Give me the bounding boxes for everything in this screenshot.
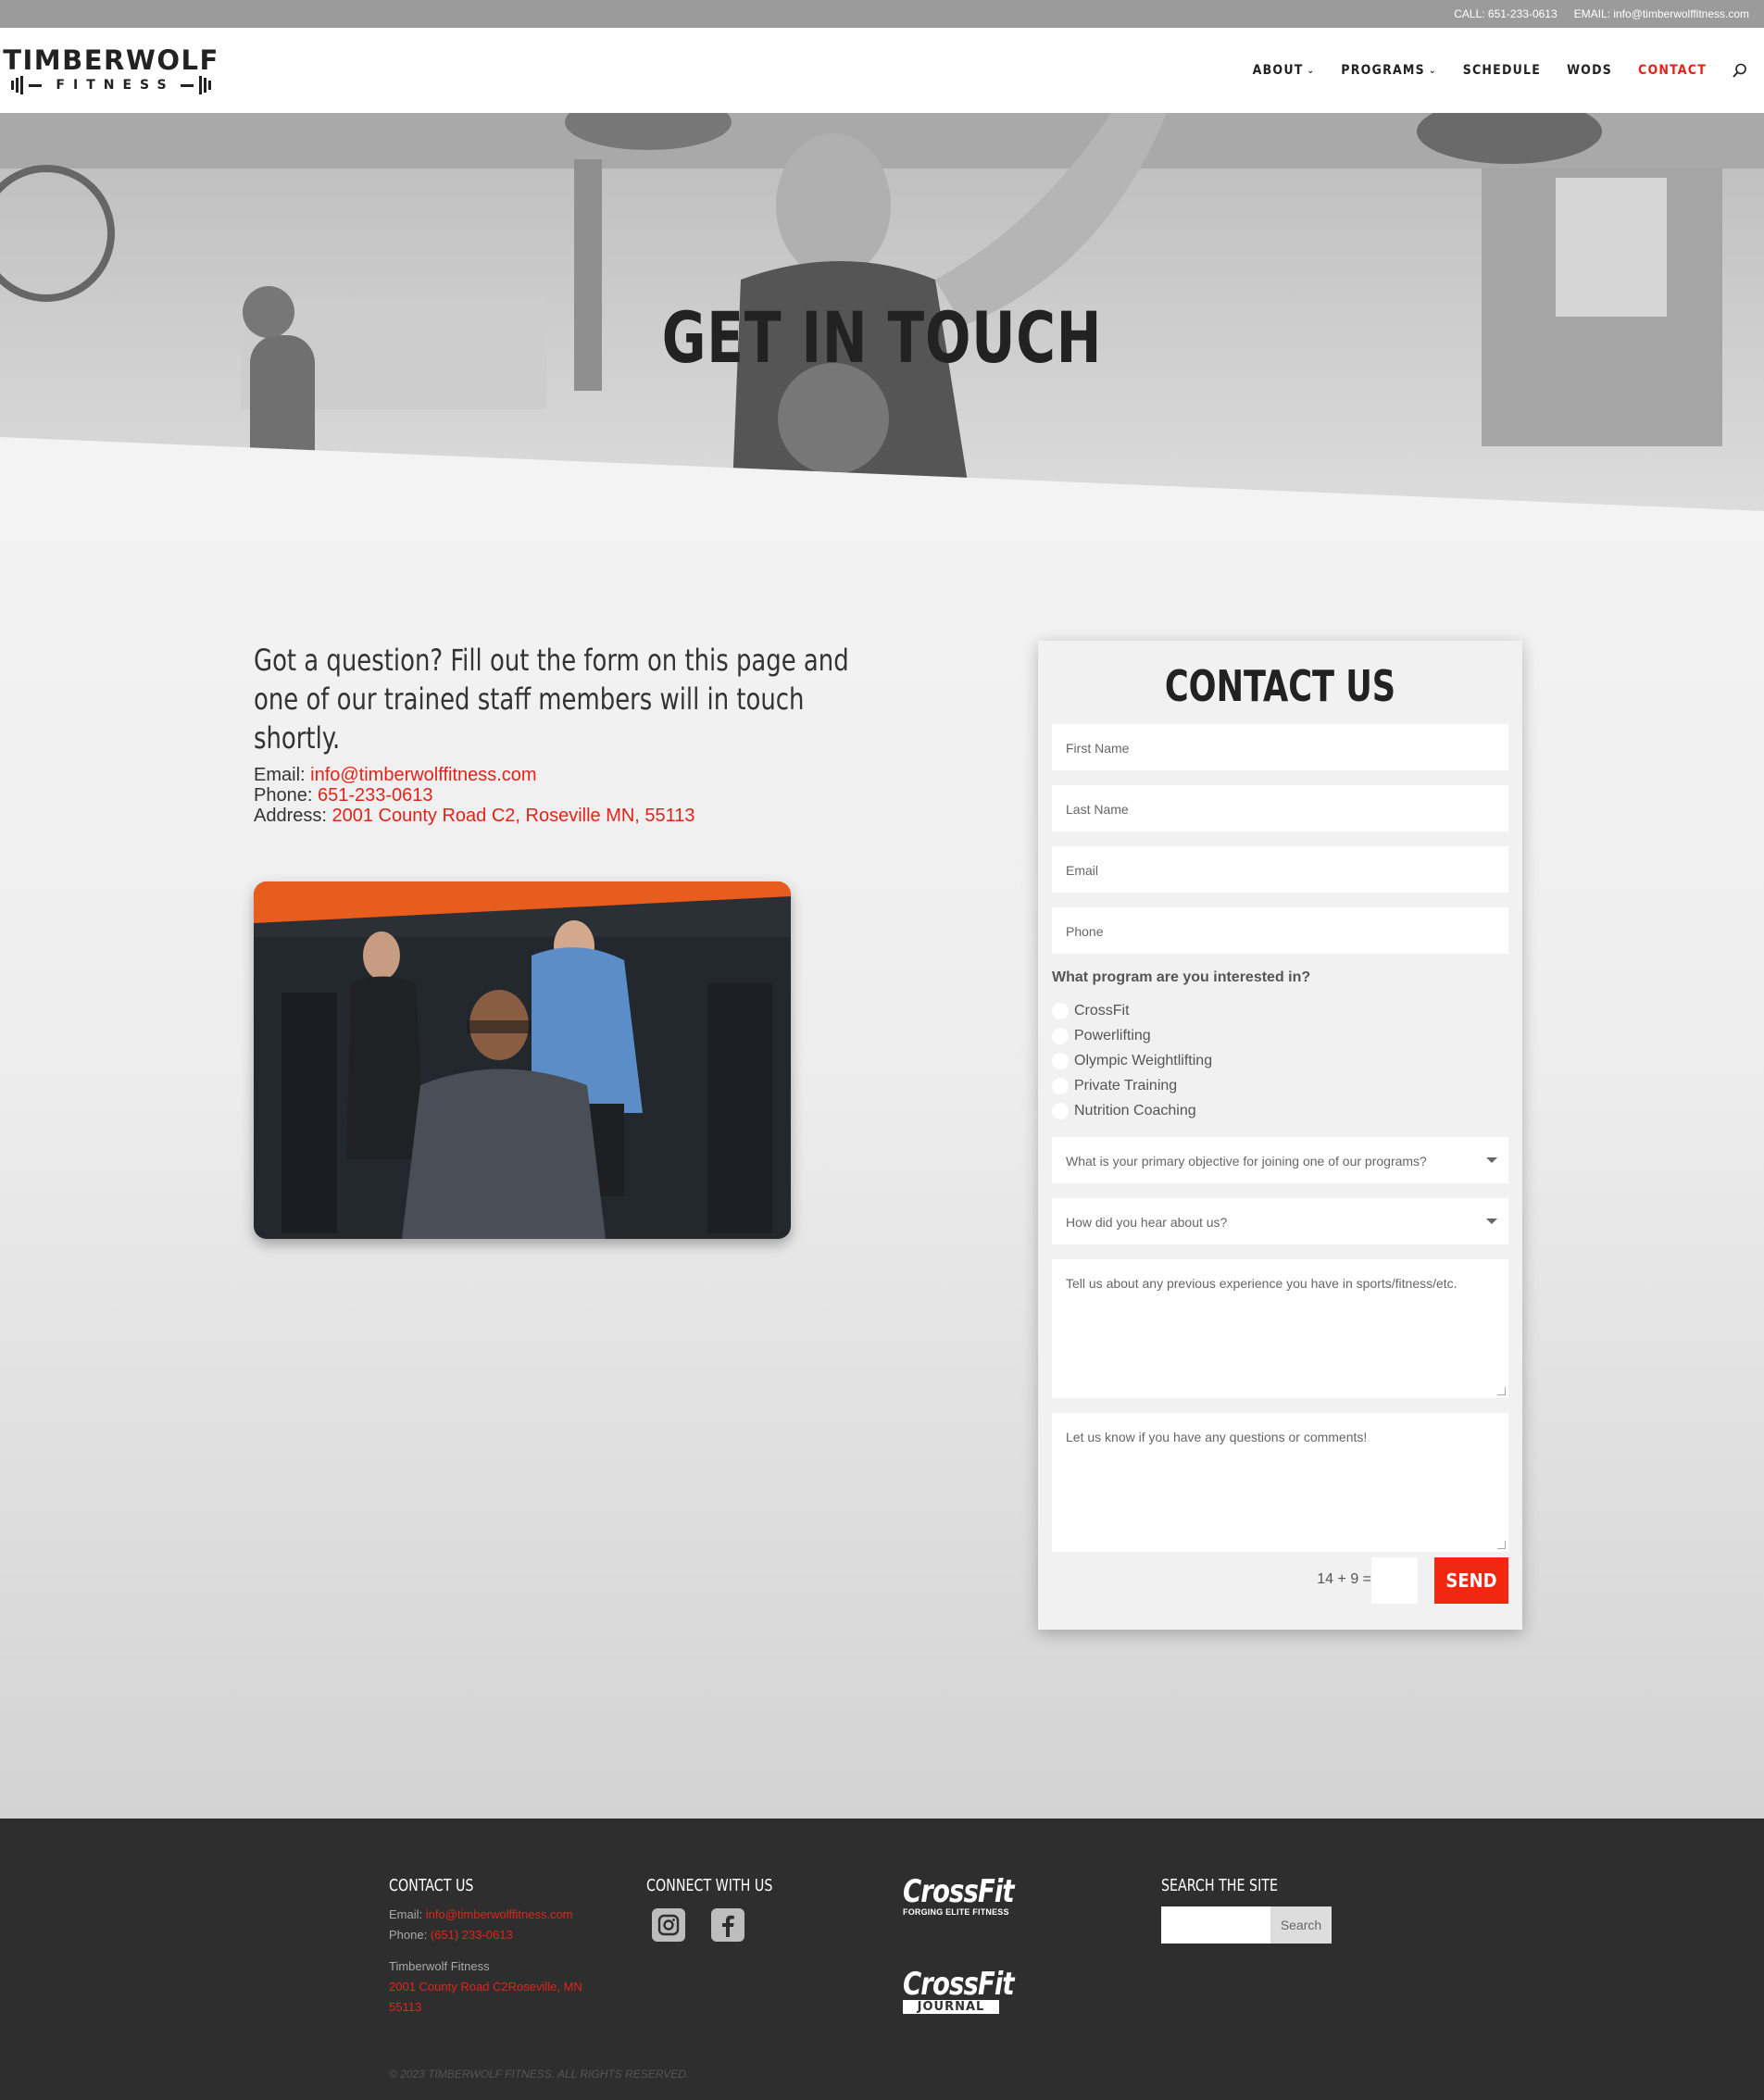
footer-email-link[interactable]: info@timberwolffitness.com xyxy=(426,1907,573,1921)
copyright: © 2023 TIMBERWOLF FITNESS. ALL RIGHTS RE… xyxy=(389,2068,690,2081)
search-icon[interactable] xyxy=(1733,63,1747,78)
experience-textarea[interactable]: Tell us about any previous experience yo… xyxy=(1052,1259,1508,1398)
contact-section: Got a question? Fill out the form on thi… xyxy=(0,511,1764,1819)
objective-select[interactable]: What is your primary objective for joini… xyxy=(1052,1137,1508,1183)
captcha-input[interactable] xyxy=(1371,1557,1418,1604)
chevron-down-icon: ⌄ xyxy=(1428,65,1437,76)
nav-schedule[interactable]: SCHEDULE xyxy=(1463,63,1541,78)
footer-social: CONNECT WITH US xyxy=(646,1876,790,1942)
radio-crossfit[interactable]: CrossFit xyxy=(1052,998,1212,1023)
contact-form-card: CONTACT US First Name Last Name Email Ph… xyxy=(1038,641,1522,1630)
captcha-question: 14 + 9 = xyxy=(1317,1571,1371,1587)
comments-textarea[interactable]: Let us know if you have any questions or… xyxy=(1052,1413,1508,1552)
top-email[interactable]: EMAIL: info@timberwolffitness.com xyxy=(1574,7,1749,20)
radio-powerlifting[interactable]: Powerlifting xyxy=(1052,1023,1212,1048)
radio-nutrition-coaching[interactable]: Nutrition Coaching xyxy=(1052,1098,1212,1123)
first-name-field[interactable]: First Name xyxy=(1052,724,1508,770)
logo-wordmark: TIMBERWOLF xyxy=(3,44,219,76)
barbell-left-icon xyxy=(11,76,24,94)
radio-button[interactable] xyxy=(1052,1052,1069,1069)
info-address-link[interactable]: 2001 County Road C2, Roseville MN, 55113 xyxy=(332,806,694,826)
main-nav: ABOUT ⌄ PROGRAMS ⌄ SCHEDULE WODS CONTACT xyxy=(1253,63,1747,78)
footer-search: SEARCH THE SITE Search xyxy=(1161,1876,1332,1944)
radio-button[interactable] xyxy=(1052,1027,1069,1044)
instagram-icon[interactable] xyxy=(652,1908,685,1942)
footer-connect-title: CONNECT WITH US xyxy=(646,1876,773,1895)
hero-banner: GET IN TOUCH xyxy=(0,113,1764,511)
intro-lead: Got a question? Fill out the form on thi… xyxy=(254,643,849,756)
crossfit-journal-logo[interactable]: CrossFit JOURNAL xyxy=(903,1969,1026,2014)
nav-wods[interactable]: WODS xyxy=(1567,63,1612,78)
radio-private-training[interactable]: Private Training xyxy=(1052,1073,1212,1098)
footer-phone-link[interactable]: (651) 233-0613 xyxy=(431,1928,513,1942)
program-question: What program are you interested in? xyxy=(1052,969,1311,985)
program-radio-group: CrossFit Powerlifting Olympic Weightlift… xyxy=(1052,998,1212,1123)
barbell-right-icon xyxy=(198,76,211,94)
logo-subtitle: FITNESS xyxy=(56,78,175,93)
facebook-icon[interactable] xyxy=(711,1908,744,1942)
site-footer: CONTACT US Email: info@timberwolffitness… xyxy=(0,1819,1764,2100)
form-title: CONTACT US xyxy=(1164,661,1396,711)
site-logo[interactable]: TIMBERWOLF FITNESS xyxy=(3,44,219,94)
crossfit-logo[interactable]: CrossFit FORGING ELITE FITNESS xyxy=(903,1876,1026,1917)
radio-button[interactable] xyxy=(1052,1002,1069,1019)
top-call[interactable]: CALL: 651-233-0613 xyxy=(1454,7,1557,20)
nav-programs[interactable]: PROGRAMS ⌄ xyxy=(1341,63,1436,78)
referral-select[interactable]: How did you hear about us? xyxy=(1052,1198,1508,1244)
phone-field[interactable]: Phone xyxy=(1052,907,1508,954)
radio-olympic-weightlifting[interactable]: Olympic Weightlifting xyxy=(1052,1048,1212,1073)
top-contact-bar: CALL: 651-233-0613 EMAIL: info@timberwol… xyxy=(0,0,1764,28)
chevron-down-icon: ⌄ xyxy=(1307,65,1316,76)
footer-company: Timberwolf Fitness xyxy=(389,1959,490,1973)
info-phone-link[interactable]: 651-233-0613 xyxy=(318,785,433,806)
last-name-field[interactable]: Last Name xyxy=(1052,785,1508,831)
hero-title: GET IN TOUCH xyxy=(661,296,1103,379)
site-header: TIMBERWOLF FITNESS ABOUT ⌄ PROGRAMS ⌄ SCHE… xyxy=(0,28,1764,113)
nav-contact[interactable]: CONTACT xyxy=(1638,63,1707,78)
radio-button[interactable] xyxy=(1052,1077,1069,1094)
footer-search-title: SEARCH THE SITE xyxy=(1161,1876,1279,1895)
email-field[interactable]: Email xyxy=(1052,846,1508,893)
footer-contact-title: CONTACT US xyxy=(389,1876,474,1895)
gym-photo xyxy=(254,881,791,1239)
footer-contact: CONTACT US Email: info@timberwolffitness… xyxy=(389,1876,597,2018)
footer-search-input[interactable] xyxy=(1161,1906,1270,1944)
nav-about[interactable]: ABOUT ⌄ xyxy=(1253,63,1316,78)
radio-button[interactable] xyxy=(1052,1102,1069,1119)
footer-address-link[interactable]: 2001 County Road C2Roseville, MN 55113 xyxy=(389,1980,582,2014)
contact-info: Email: info@timberwolffitness.com Phone:… xyxy=(254,765,695,826)
send-button[interactable]: SEND xyxy=(1434,1557,1508,1604)
info-email-link[interactable]: info@timberwolffitness.com xyxy=(310,765,536,785)
footer-search-button[interactable]: Search xyxy=(1270,1906,1332,1944)
